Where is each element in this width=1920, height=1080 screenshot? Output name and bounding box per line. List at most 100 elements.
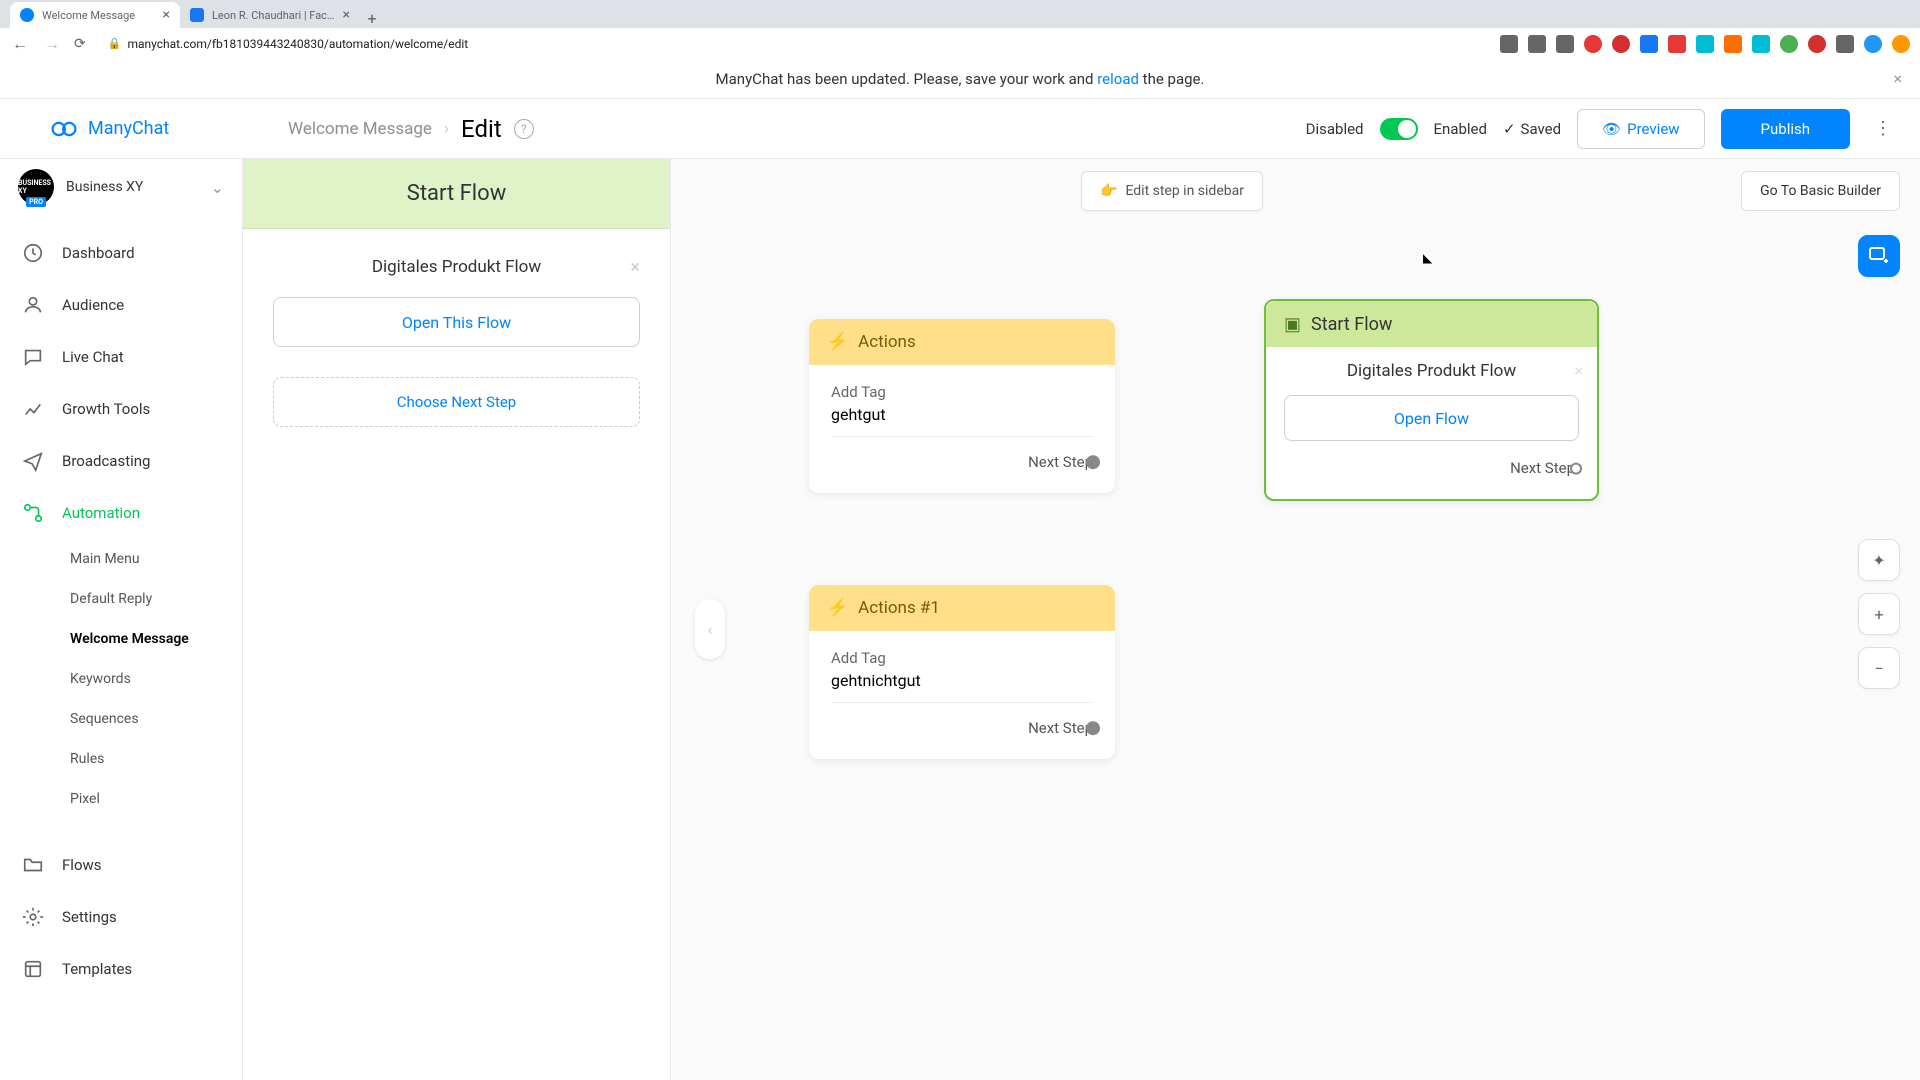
extension-icons [1500, 35, 1910, 53]
breadcrumb-current: Edit [461, 115, 502, 143]
browser-tab-active[interactable]: Welcome Message × [10, 2, 180, 28]
url-input[interactable]: 🔒 manychat.com/fb181039443240830/automat… [98, 32, 1488, 56]
subnav-default[interactable]: Default Reply [70, 579, 242, 619]
org-avatar: BUSINESS XY PRO [18, 169, 54, 205]
publish-button[interactable]: Publish [1721, 109, 1850, 149]
sidebar-item-settings[interactable]: Settings [0, 891, 242, 943]
logo[interactable]: ManyChat [50, 115, 243, 143]
panel-flow-name: Digitales Produkt Flow × [273, 257, 640, 277]
go-basic-builder-button[interactable]: Go To Basic Builder [1741, 171, 1900, 211]
ext-icon[interactable] [1640, 35, 1658, 53]
ext-icon[interactable] [1612, 35, 1630, 53]
flow-canvas[interactable]: 👉 Edit step in sidebar Go To Basic Build… [671, 159, 1920, 1080]
help-icon[interactable]: ? [514, 119, 534, 139]
sidebar: BUSINESS XY PRO Business XY ⌄ Dashboard … [0, 159, 243, 1080]
sidebar-item-audience[interactable]: Audience [0, 279, 242, 331]
favicon-icon [190, 8, 204, 22]
close-icon[interactable]: × [630, 257, 640, 278]
sidebar-item-flows[interactable]: Flows [0, 839, 242, 891]
ext-icon[interactable] [1528, 35, 1546, 53]
node-actions[interactable]: ⚡ Actions Add Tag gehtgut Next Step [809, 319, 1115, 493]
lock-icon: 🔒 [108, 37, 122, 50]
node-actions-1[interactable]: ⚡ Actions #1 Add Tag gehtnichtgut Next S… [809, 585, 1115, 759]
output-port[interactable] [1086, 721, 1100, 735]
ext-icon[interactable] [1556, 35, 1574, 53]
next-step-port[interactable]: Next Step [1288, 453, 1575, 489]
breadcrumb-parent[interactable]: Welcome Message [288, 119, 432, 139]
close-icon[interactable]: × [343, 7, 350, 23]
logo-icon [50, 115, 78, 143]
more-icon[interactable]: ⋮ [1866, 118, 1900, 139]
ext-icon[interactable] [1696, 35, 1714, 53]
plus-icon: + [1874, 605, 1883, 624]
magic-button[interactable]: ✦ [1858, 539, 1900, 581]
ext-icon[interactable] [1500, 35, 1518, 53]
next-step-port[interactable]: Next Step [831, 713, 1093, 749]
sidebar-item-dashboard[interactable]: Dashboard [0, 227, 242, 279]
back-icon[interactable]: ← [10, 34, 30, 54]
ext-icon[interactable] [1752, 35, 1770, 53]
sidebar-item-label: Audience [62, 296, 124, 314]
sidebar-item-livechat[interactable]: Live Chat [0, 331, 242, 383]
ext-icon[interactable] [1780, 35, 1798, 53]
sidebar-item-templates[interactable]: Templates [0, 943, 242, 995]
folder-icon [22, 854, 44, 876]
open-flow-button[interactable]: Open This Flow [273, 297, 640, 347]
sidebar-item-broadcasting[interactable]: Broadcasting [0, 435, 242, 487]
new-tab-button[interactable]: + [360, 9, 384, 28]
forward-icon[interactable]: → [42, 34, 62, 54]
subnav-rules[interactable]: Rules [70, 739, 242, 779]
sidebar-item-label: Growth Tools [62, 400, 150, 418]
close-icon[interactable]: × [1574, 361, 1583, 380]
browser-tab[interactable]: Leon R. Chaudhari | Facebook × [180, 2, 360, 28]
reload-icon[interactable]: ⟳ [74, 36, 86, 52]
cursor-icon: ◣ [1423, 251, 1432, 265]
collapse-handle[interactable]: ‹ [695, 599, 725, 659]
preview-button[interactable]: 👁 Preview [1577, 109, 1704, 149]
subnav-sequences[interactable]: Sequences [70, 699, 242, 739]
add-node-button[interactable] [1858, 235, 1900, 277]
ext-icon[interactable] [1668, 35, 1686, 53]
ext-icon[interactable] [1864, 35, 1882, 53]
check-icon: ✓ [1503, 120, 1516, 138]
choose-next-step-button[interactable]: Choose Next Step [273, 377, 640, 427]
favicon-icon [20, 8, 34, 22]
sidebar-item-automation[interactable]: Automation [0, 487, 242, 539]
property-panel: Start Flow Digitales Produkt Flow × Open… [243, 159, 671, 1080]
close-icon[interactable]: × [1893, 69, 1902, 88]
subnav-welcome[interactable]: Welcome Message [70, 619, 242, 659]
output-port[interactable] [1570, 463, 1582, 475]
banner-text: ManyChat has been updated. Please, save … [716, 70, 1205, 88]
enable-toggle[interactable] [1380, 118, 1418, 140]
output-port[interactable] [1086, 455, 1100, 469]
sparkle-icon: ✦ [1872, 551, 1885, 570]
reload-link[interactable]: reload [1097, 70, 1139, 88]
sidebar-item-label: Live Chat [62, 348, 124, 366]
subnav-keywords[interactable]: Keywords [70, 659, 242, 699]
close-icon[interactable]: × [163, 7, 170, 23]
next-step-port[interactable]: Next Step [831, 447, 1093, 483]
ext-icon[interactable] [1836, 35, 1854, 53]
subnav-pixel[interactable]: Pixel [70, 779, 242, 819]
edit-sidebar-chip[interactable]: 👉 Edit step in sidebar [1081, 171, 1263, 211]
eye-icon: 👁 [1602, 120, 1621, 138]
avatar-icon[interactable] [1892, 35, 1910, 53]
tab-strip: Welcome Message × Leon R. Chaudhari | Fa… [0, 0, 1920, 28]
subnav-mainmenu[interactable]: Main Menu [70, 539, 242, 579]
lightning-icon: ⚡ [827, 332, 848, 352]
node-start-flow[interactable]: ▣ Start Flow Digitales Produkt Flow × Op… [1264, 299, 1599, 501]
open-flow-button[interactable]: Open Flow [1284, 395, 1579, 441]
ext-icon[interactable] [1808, 35, 1826, 53]
growth-icon [22, 398, 44, 420]
lightning-icon: ⚡ [827, 598, 848, 618]
flow-icon: ▣ [1284, 314, 1301, 335]
zoom-out-button[interactable]: − [1858, 647, 1900, 689]
node-title: Actions [858, 332, 916, 352]
ext-icon[interactable] [1724, 35, 1742, 53]
ext-icon[interactable] [1584, 35, 1602, 53]
browser-chrome: Welcome Message × Leon R. Chaudhari | Fa… [0, 0, 1920, 59]
connectors [671, 159, 971, 309]
zoom-in-button[interactable]: + [1858, 593, 1900, 635]
sidebar-item-growth[interactable]: Growth Tools [0, 383, 242, 435]
org-selector[interactable]: BUSINESS XY PRO Business XY ⌄ [0, 159, 242, 215]
